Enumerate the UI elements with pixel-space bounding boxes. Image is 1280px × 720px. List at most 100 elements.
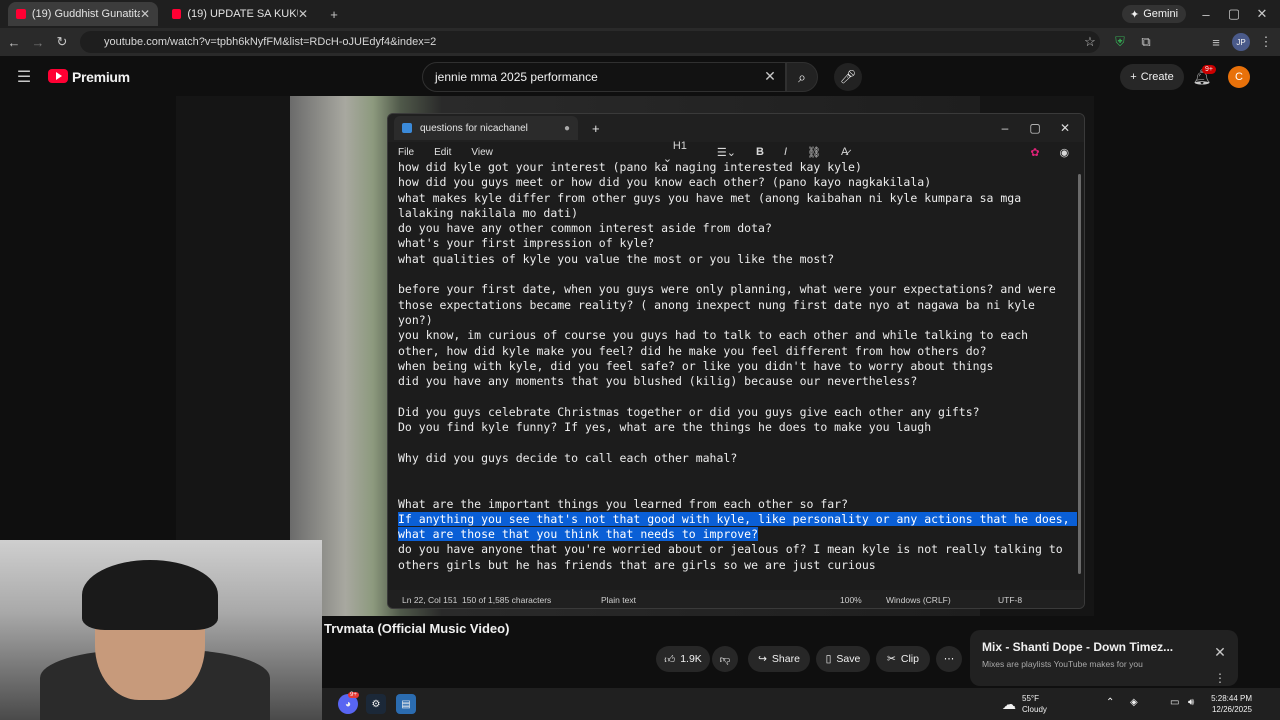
bookmark-icon: ▯ [825, 653, 832, 665]
mix-title: Mix - Shanti Dope - Down Timez... [982, 640, 1174, 654]
bold-icon[interactable]: B [756, 146, 764, 158]
close-window-icon[interactable]: ✕ [1252, 4, 1272, 24]
account-icon[interactable]: ◉ [1060, 146, 1070, 159]
profile-initials: JP [1236, 37, 1246, 47]
clip-button[interactable]: ✂ Clip [876, 646, 930, 672]
account-avatar[interactable]: C [1228, 66, 1250, 88]
copilot-icon[interactable]: ✿ [1030, 146, 1039, 159]
notepad-window: questions for nicachanel ● + – ▢ ✕ File … [387, 113, 1085, 609]
dislike-button[interactable]: 👎︎ [712, 646, 738, 672]
create-label: Create [1140, 71, 1174, 83]
notepad-maximize-icon[interactable]: ▢ [1020, 121, 1050, 135]
microphone-icon: 🎤︎ [839, 69, 857, 84]
youtube-logo-icon[interactable] [48, 69, 68, 83]
italic-icon[interactable]: I [784, 146, 787, 158]
maximize-icon[interactable]: ▢ [1224, 4, 1244, 24]
minimize-icon[interactable]: – [1196, 4, 1216, 24]
avatar-letter: C [1235, 71, 1243, 83]
notepad-taskbar-icon[interactable]: ▤ [396, 694, 416, 714]
gemini-button[interactable]: ✦ Gemini [1122, 5, 1187, 23]
back-icon[interactable]: ← [4, 32, 24, 52]
create-button[interactable]: + Create [1120, 64, 1184, 90]
save-button[interactable]: ▯ Save [816, 646, 870, 672]
notification-badge: 9+ [1202, 65, 1216, 74]
text-format[interactable]: Plain text [601, 595, 636, 605]
tray-app-icon[interactable]: ◈ [1130, 697, 1138, 708]
clock-date[interactable]: 12/26/2025 [1210, 705, 1252, 714]
reload-icon[interactable]: ↻ [52, 32, 72, 52]
bookmark-star-icon[interactable]: ☆ [1080, 32, 1100, 52]
network-icon[interactable]: ▭ [1170, 697, 1179, 708]
text-after-selection: do you have anyone that you're worried a… [398, 542, 1063, 572]
notepad-app-icon [402, 123, 412, 133]
search-value: jennie mma 2025 performance [435, 70, 598, 84]
clock-time[interactable]: 5:28:44 PM [1210, 694, 1252, 703]
menu-edit[interactable]: Edit [434, 147, 451, 158]
notepad-text-area[interactable]: how did kyle got your interest (pano ka … [398, 160, 1077, 580]
unsaved-dot-icon[interactable]: ● [564, 123, 570, 134]
close-tab-icon[interactable]: ✕ [298, 7, 308, 21]
notepad-menubar: File Edit View H1 ⌄ ☰⌄ B I ⛓ A̷ ✿ ◉ ⚙ [388, 139, 1084, 165]
selected-text: If anything you see that's not that good… [398, 511, 1077, 542]
like-button[interactable]: 👍︎ 1.9K [656, 646, 710, 672]
notepad-close-icon[interactable]: ✕ [1050, 121, 1080, 135]
search-button[interactable]: ⌕ [786, 62, 818, 92]
steam-icon[interactable]: ⚙ [366, 694, 386, 714]
new-notepad-tab-icon[interactable]: + [592, 121, 600, 136]
link-icon[interactable]: ⛓ [807, 146, 821, 159]
zoom-level[interactable]: 100% [840, 595, 862, 605]
clear-format-icon[interactable]: A̷ [841, 146, 848, 158]
browser-tab-active[interactable]: (19) Guddhist Gunatita - ANDI ✕ [8, 2, 158, 26]
url-field[interactable]: youtube.com/watch?v=tpbh6kNyfFM&list=RDc… [80, 31, 1100, 53]
encoding[interactable]: UTF-8 [998, 595, 1022, 605]
menu-file[interactable]: File [398, 147, 414, 158]
text-before-selection: how did kyle got your interest (pano ka … [398, 160, 1056, 511]
tab-title: (19) Guddhist Gunatita - ANDI [31, 8, 140, 20]
webcam-person-hair [82, 560, 218, 630]
more-actions-button[interactable]: ⋯ [936, 646, 962, 672]
mix-playlist-panel[interactable]: Mix - Shanti Dope - Down Timez... Mixes … [970, 630, 1238, 686]
list-icon[interactable]: ☰⌄ [717, 146, 736, 159]
hamburger-menu-icon[interactable]: ☰ [14, 67, 34, 87]
profile-avatar[interactable]: JP [1232, 33, 1250, 51]
volume-icon[interactable]: 🔊︎ [1188, 697, 1194, 708]
notepad-statusbar: Ln 22, Col 151 150 of 1,585 characters P… [388, 590, 1084, 608]
tab-title: (19) UPDATE SA KUKUYS NEW [187, 8, 298, 20]
heading-level: H1 [672, 139, 687, 152]
notepad-scrollbar[interactable] [1078, 174, 1081, 574]
share-arrow-icon: ↪ [758, 653, 767, 665]
tray-chevron-icon[interactable]: ⌃ [1106, 697, 1114, 708]
search-icon: ⌕ [798, 68, 806, 85]
gemini-label: Gemini [1143, 8, 1179, 20]
notepad-minimize-icon[interactable]: – [990, 121, 1020, 135]
close-tab-icon[interactable]: ✕ [140, 7, 150, 21]
menu-view[interactable]: View [471, 147, 493, 158]
search-input[interactable]: jennie mma 2025 performance [422, 62, 786, 92]
gemini-icon: ✦ [1130, 8, 1140, 21]
notepad-titlebar: questions for nicachanel ● + – ▢ ✕ [388, 114, 1084, 142]
mix-more-icon[interactable]: ⋮ [1210, 668, 1230, 688]
clear-search-icon[interactable]: ✕ [760, 66, 780, 86]
forward-icon[interactable]: → [28, 32, 48, 52]
youtube-premium-logo[interactable]: Premium [72, 69, 130, 85]
mix-subtitle: Mixes are playlists YouTube makes for yo… [982, 659, 1143, 669]
youtube-favicon-icon [172, 9, 182, 19]
close-mix-icon[interactable]: ✕ [1210, 642, 1230, 662]
chrome-menu-icon[interactable]: ⋮ [1256, 32, 1276, 52]
line-ending[interactable]: Windows (CRLF) [886, 595, 951, 605]
new-tab-icon[interactable]: + [324, 4, 344, 24]
notepad-tab[interactable]: questions for nicachanel ● [394, 116, 578, 140]
weather-cloud-icon[interactable]: ☁ [1002, 696, 1016, 713]
browser-tab[interactable]: (19) UPDATE SA KUKUYS NEW ✕ [164, 2, 316, 26]
extensions-icon[interactable]: ⧉ [1136, 32, 1156, 52]
extension-shield-icon[interactable]: ⛨ [1110, 32, 1130, 52]
thumbs-down-icon: 👎︎ [719, 653, 731, 666]
voice-search-button[interactable]: 🎤︎ [834, 63, 862, 91]
more-icon: ⋯ [943, 653, 955, 665]
playlist-icon[interactable]: ≡ [1206, 32, 1226, 52]
scissors-icon: ✂ [887, 653, 896, 665]
like-count: 1.9K [680, 653, 702, 665]
clip-label: Clip [900, 653, 919, 665]
thumbs-up-icon: 👍︎ [664, 653, 676, 666]
share-button[interactable]: ↪ Share [748, 646, 810, 672]
